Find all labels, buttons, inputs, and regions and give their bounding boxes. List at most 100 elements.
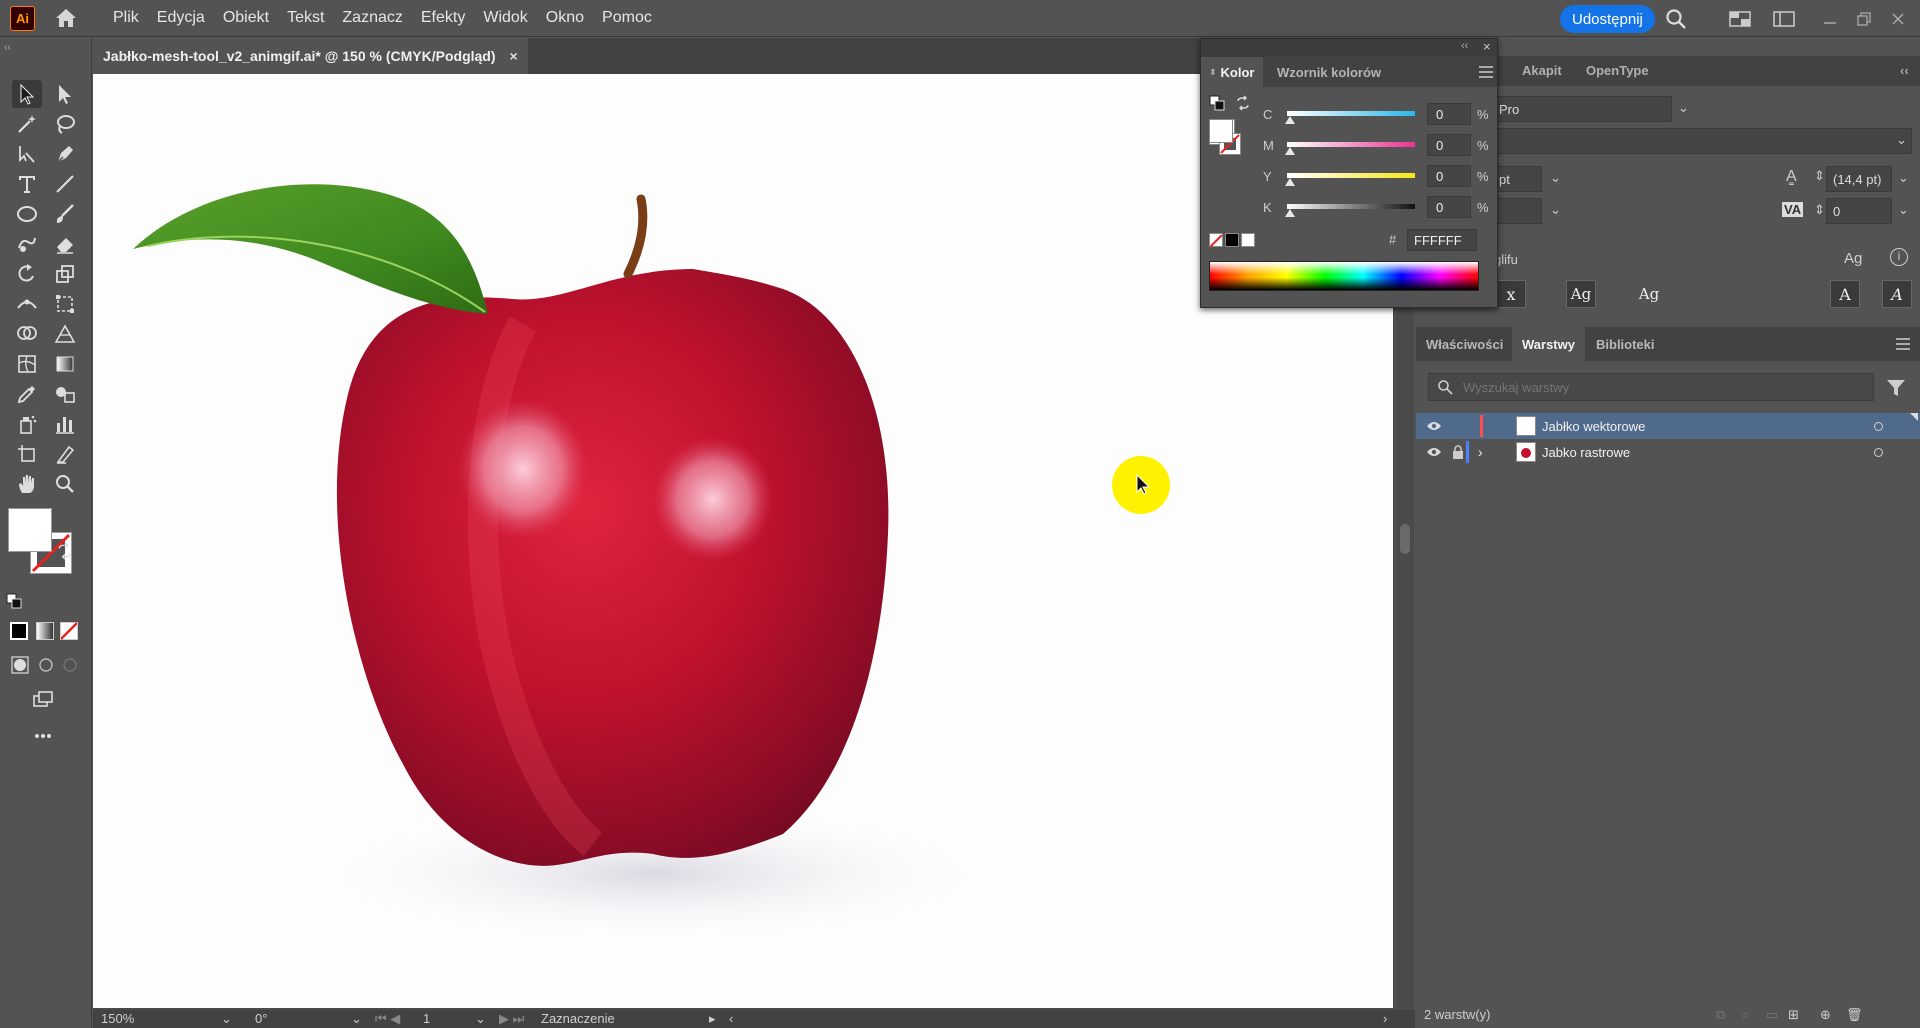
close-panel-icon[interactable]: × [1483, 39, 1491, 54]
color-panel-menu-icon[interactable] [1471, 57, 1501, 87]
font-style-dropdown-icon[interactable]: ⌄ [1896, 132, 1907, 148]
tracking-field[interactable]: 0 [1826, 198, 1892, 224]
glyph-button-5[interactable]: A [1882, 280, 1912, 308]
eyedropper-tool-icon[interactable] [12, 380, 42, 408]
new-layer-icon[interactable]: ⊕ [1820, 1007, 1831, 1023]
tab-swatches[interactable]: Wzornik kolorów [1269, 57, 1389, 87]
font-family-field[interactable]: Pro [1492, 96, 1672, 122]
panel-collapse-icon[interactable]: ‹‹ [1900, 63, 1909, 78]
magenta-value[interactable]: 0 [1427, 134, 1471, 156]
document-tab[interactable]: Jabłko-mesh-tool_v2_animgif.ai* @ 150 % … [93, 38, 528, 74]
search-icon[interactable] [1664, 7, 1688, 31]
share-button[interactable]: Udostępnij [1560, 5, 1655, 33]
layer-name[interactable]: Jabko rastrowe [1542, 445, 1630, 460]
layer-target-icon[interactable] [1874, 421, 1883, 431]
close-window-icon[interactable] [1886, 7, 1910, 31]
line-segment-tool-icon[interactable] [50, 170, 80, 198]
next-artboard-icon[interactable]: ▶ ⏭ [499, 1011, 524, 1027]
tab-layers[interactable]: Warstwy [1512, 327, 1585, 361]
clipping-mask-icon[interactable]: ▭ [1766, 1007, 1778, 1023]
layer-search-input[interactable] [1463, 379, 1843, 395]
blend-tool-icon[interactable] [50, 380, 80, 408]
menu-edit[interactable]: Edycja [148, 9, 214, 27]
black-color-chip[interactable] [1225, 233, 1239, 247]
arrange-documents-icon[interactable] [1772, 7, 1796, 31]
magic-wand-tool-icon[interactable] [12, 110, 42, 138]
symbol-sprayer-tool-icon[interactable] [12, 410, 42, 438]
tab-properties[interactable]: Właściwości [1416, 327, 1513, 361]
swap-colors-small-icon[interactable] [1235, 95, 1251, 111]
zoom-level[interactable]: 150% [101, 1011, 134, 1026]
rotation-dropdown-icon[interactable]: ⌄ [351, 1011, 362, 1027]
mesh-tool-icon[interactable] [12, 350, 42, 378]
glyph-button-4[interactable]: A [1830, 280, 1860, 308]
glyph-button-3[interactable]: Ag [1634, 280, 1664, 308]
hex-input[interactable]: FFFFFF [1407, 229, 1477, 251]
scale-tool-icon[interactable] [50, 260, 80, 288]
rotation-angle[interactable]: 0° [255, 1011, 267, 1026]
hscroll-right-icon[interactable]: › [1383, 1011, 1387, 1026]
font-size-field[interactable]: pt [1492, 166, 1542, 192]
more-tools-icon[interactable] [28, 722, 58, 750]
column-graph-tool-icon[interactable] [50, 410, 80, 438]
font-style-field[interactable] [1492, 128, 1912, 154]
kerning-dropdown-icon[interactable]: ⌄ [1550, 202, 1561, 218]
yellow-slider[interactable]: Y 0 % [1263, 165, 1493, 191]
black-slider[interactable]: K 0 % [1263, 196, 1493, 222]
gradient-tool-icon[interactable] [50, 350, 80, 378]
none-mode-icon[interactable] [60, 622, 78, 640]
color-mode-icon[interactable] [10, 622, 28, 640]
pen-anchor-tool-icon[interactable] [12, 140, 42, 168]
minimize-icon[interactable] [1818, 7, 1842, 31]
color-spectrum[interactable] [1209, 261, 1479, 291]
lock-icon[interactable] [1452, 445, 1464, 459]
draw-normal-icon[interactable] [8, 654, 32, 676]
collect-export-icon[interactable]: ⧉ [1716, 1007, 1725, 1023]
tracking-stepper-icon[interactable]: ⇕ [1814, 202, 1825, 218]
layer-row[interactable]: › Jabko rastrowe [1416, 439, 1920, 465]
fill-swatch-front[interactable] [8, 508, 52, 552]
gradient-mode-icon[interactable] [36, 622, 54, 640]
layer-row[interactable]: Jabłko wektorowe [1416, 413, 1920, 439]
menu-help[interactable]: Pomoc [593, 9, 661, 27]
draw-behind-icon[interactable] [34, 654, 58, 676]
leading-field[interactable]: (14,4 pt) [1826, 166, 1892, 192]
font-family-dropdown-icon[interactable]: ⌄ [1678, 100, 1689, 116]
workspace-switcher-icon[interactable] [1728, 7, 1752, 31]
magenta-slider[interactable]: M 0 % [1263, 134, 1493, 160]
first-artboard-icon[interactable]: ⏮ ◀ [375, 1011, 400, 1027]
home-icon[interactable] [51, 3, 81, 33]
glyph-button-1[interactable]: x [1496, 280, 1526, 308]
visibility-eye-icon[interactable] [1426, 446, 1442, 458]
shape-builder-tool-icon[interactable] [12, 320, 42, 348]
screen-mode-icon[interactable] [28, 686, 58, 714]
perspective-grid-tool-icon[interactable] [50, 320, 80, 348]
yellow-value[interactable]: 0 [1427, 165, 1471, 187]
menu-view[interactable]: Widok [474, 9, 536, 27]
eraser-tool-icon[interactable] [50, 230, 80, 258]
menu-type[interactable]: Tekst [278, 9, 333, 27]
expand-chevron-icon[interactable]: › [1478, 444, 1483, 460]
leading-dropdown-icon[interactable]: ⌄ [1898, 170, 1909, 186]
layer-search-box[interactable] [1428, 373, 1874, 401]
glyph-snap-icon[interactable]: Ag [1844, 250, 1862, 267]
panel-menu-icon[interactable] [1886, 327, 1920, 361]
black-value[interactable]: 0 [1427, 196, 1471, 218]
artboard-number[interactable]: 1 [423, 1011, 430, 1026]
layer-target-icon[interactable] [1874, 447, 1883, 457]
locate-object-icon[interactable]: ⌕ [1742, 1007, 1749, 1023]
tab-libraries[interactable]: Biblioteki [1586, 327, 1665, 361]
collapse-arrows-icon[interactable]: ‹‹ [4, 42, 11, 53]
draw-inside-icon[interactable] [58, 654, 82, 676]
new-sublayer-icon[interactable]: ⊞ [1788, 1007, 1799, 1023]
close-document-icon[interactable]: × [510, 48, 518, 64]
pen-tool-icon[interactable] [50, 140, 80, 168]
collapse-panel-icon[interactable]: ‹‹ [1461, 40, 1468, 52]
cyan-slider[interactable]: C 0 % [1263, 103, 1493, 129]
direct-selection-tool-icon[interactable] [50, 80, 80, 108]
font-size-dropdown-icon[interactable]: ⌄ [1550, 170, 1561, 186]
color-panel-titlebar[interactable]: ‹‹ × [1201, 39, 1497, 57]
hscroll-left-icon[interactable]: ‹ [729, 1011, 733, 1026]
status-menu-arrow-icon[interactable]: ▸ [709, 1011, 716, 1027]
free-transform-tool-icon[interactable] [50, 290, 80, 318]
